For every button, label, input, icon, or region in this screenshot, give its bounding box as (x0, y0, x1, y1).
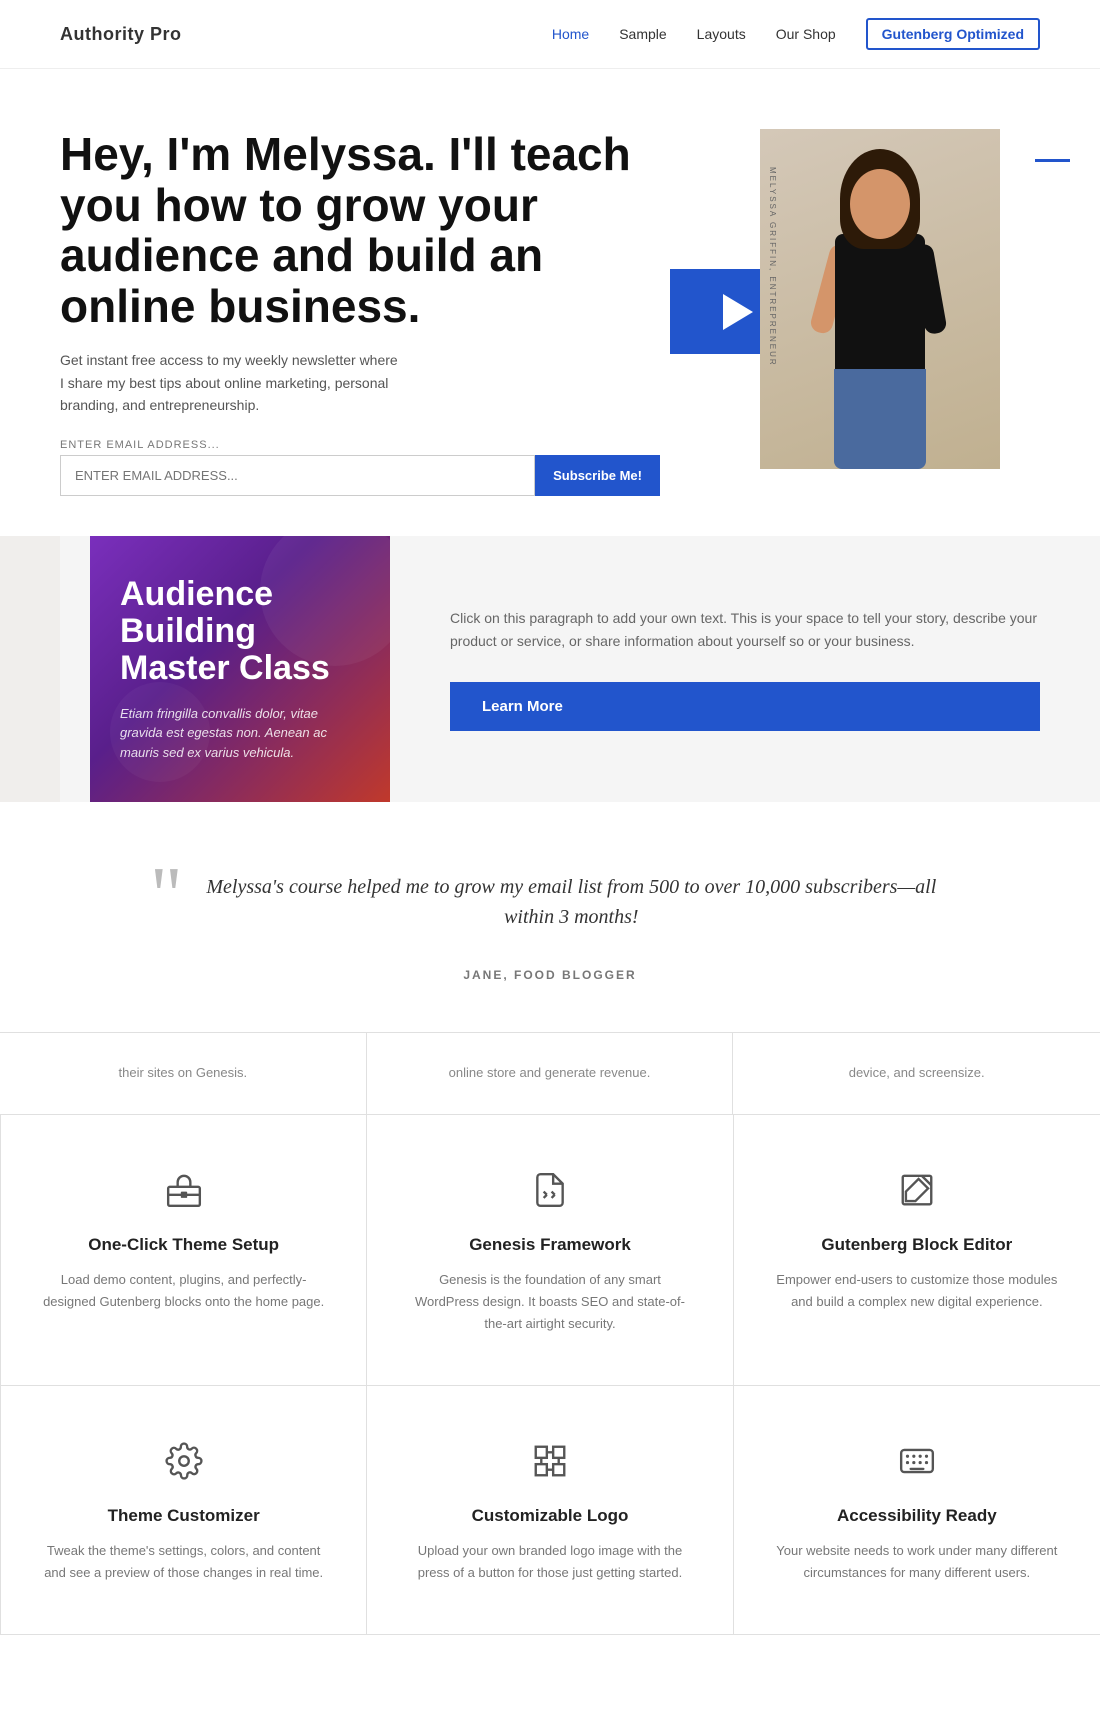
play-icon (723, 294, 753, 330)
logo-frame-icon (525, 1436, 575, 1486)
testimonial-author: JANE, FOOD BLOGGER (60, 968, 1040, 982)
feature-genesis: Genesis Framework Genesis is the foundat… (367, 1115, 733, 1386)
featured-card: Audience Building Master Class Etiam fri… (90, 536, 390, 803)
featured-content: Click on this paragraph to add your own … (390, 536, 1100, 803)
feature-customizer: Theme Customizer Tweak the theme's setti… (1, 1386, 367, 1635)
photo-label: MELYSSA GRIFFIN, ENTREPRENEUR (768, 167, 777, 367)
features-grid: One-Click Theme Setup Load demo content,… (0, 1115, 1100, 1635)
feature-customizer-desc: Tweak the theme's settings, colors, and … (41, 1540, 326, 1584)
feature-logo-title: Customizable Logo (407, 1506, 692, 1526)
feature-gutenberg-desc: Empower end-users to customize those mod… (774, 1269, 1060, 1313)
feature-theme-setup: One-Click Theme Setup Load demo content,… (1, 1115, 367, 1386)
hero-form-row: Subscribe Me! (60, 455, 660, 496)
nav-home[interactable]: Home (552, 26, 589, 42)
hero-right: MELYSSA GRIFFIN, ENTREPRENEUR (700, 129, 1040, 469)
site-logo: Authority Pro (60, 24, 182, 45)
toolbox-icon (159, 1165, 209, 1215)
nav-gutenberg[interactable]: Gutenberg Optimized (866, 18, 1040, 50)
subscribe-button[interactable]: Subscribe Me! (535, 455, 660, 496)
edit-block-icon (892, 1165, 942, 1215)
email-label: ENTER EMAIL ADDRESS... (60, 439, 660, 451)
featured-text: Click on this paragraph to add your own … (450, 607, 1040, 655)
nav-links: Home Sample Layouts Our Shop Gutenberg O… (552, 18, 1040, 50)
learn-more-button[interactable]: Learn More (450, 682, 1040, 731)
feature-gutenberg-title: Gutenberg Block Editor (774, 1235, 1060, 1255)
intro-cell-1: their sites on Genesis. (0, 1033, 367, 1115)
feature-accessibility-title: Accessibility Ready (774, 1506, 1060, 1526)
feature-accessibility-desc: Your website needs to work under many di… (774, 1540, 1060, 1584)
code-file-icon (525, 1165, 575, 1215)
feature-genesis-desc: Genesis is the foundation of any smart W… (407, 1269, 692, 1335)
gear-icon (159, 1436, 209, 1486)
email-input[interactable] (60, 455, 535, 496)
nav-layouts[interactable]: Layouts (697, 26, 746, 42)
feature-logo-desc: Upload your own branded logo image with … (407, 1540, 692, 1584)
feature-gutenberg: Gutenberg Block Editor Empower end-users… (734, 1115, 1100, 1386)
intro-cell-2: online store and generate revenue. (367, 1033, 734, 1115)
featured-spacer (0, 536, 60, 803)
hero-description: Get instant free access to my weekly new… (60, 349, 400, 416)
feature-customizer-title: Theme Customizer (41, 1506, 326, 1526)
hero-section: Hey, I'm Melyssa. I'll teach you how to … (0, 69, 1100, 496)
decorative-line (1035, 159, 1070, 162)
testimonial-quote: Melyssa's course helped me to grow my em… (193, 872, 950, 932)
nav-sample[interactable]: Sample (619, 26, 666, 42)
hero-photo: MELYSSA GRIFFIN, ENTREPRENEUR (760, 129, 1000, 469)
featured-card-title: Audience Building Master Class (120, 576, 360, 688)
hero-title: Hey, I'm Melyssa. I'll teach you how to … (60, 129, 660, 331)
intro-cell-3: device, and screensize. (733, 1033, 1100, 1115)
nav-shop[interactable]: Our Shop (776, 26, 836, 42)
featured-card-body: Etiam fringilla convallis dolor, vitae g… (120, 704, 360, 763)
feature-theme-setup-title: One-Click Theme Setup (41, 1235, 326, 1255)
feature-accessibility: Accessibility Ready Your website needs t… (734, 1386, 1100, 1635)
quote-mark-icon: " (150, 872, 183, 920)
hero-left: Hey, I'm Melyssa. I'll teach you how to … (60, 129, 700, 496)
feature-logo: Customizable Logo Upload your own brande… (367, 1386, 733, 1635)
hero-form: ENTER EMAIL ADDRESS... Subscribe Me! (60, 439, 660, 496)
navigation: Authority Pro Home Sample Layouts Our Sh… (0, 0, 1100, 69)
keyboard-icon (892, 1436, 942, 1486)
feature-theme-setup-desc: Load demo content, plugins, and perfectl… (41, 1269, 326, 1313)
feature-genesis-title: Genesis Framework (407, 1235, 692, 1255)
testimonial-section: " Melyssa's course helped me to grow my … (0, 802, 1100, 1032)
featured-section: Audience Building Master Class Etiam fri… (0, 536, 1100, 803)
features-intro: their sites on Genesis. online store and… (0, 1032, 1100, 1115)
